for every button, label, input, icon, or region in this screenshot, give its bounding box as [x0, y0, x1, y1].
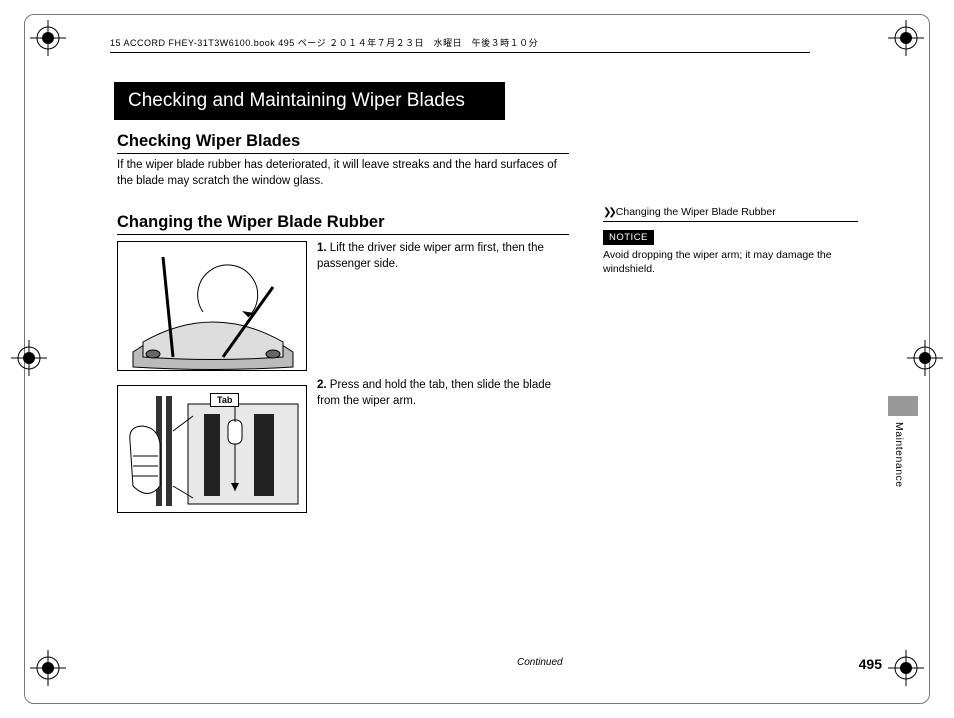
- subheading-changing: Changing the Wiper Blade Rubber: [117, 213, 569, 235]
- section-tab-marker: [888, 396, 918, 416]
- registration-mark-icon: [888, 650, 924, 686]
- section-tab-label: Maintenance: [893, 422, 905, 488]
- figure-step-2: Tab: [117, 385, 307, 513]
- step-2-number: 2.: [317, 379, 327, 391]
- chevron-right-icon: ❯❯: [603, 207, 614, 218]
- subheading-checking: Checking Wiper Blades: [117, 132, 569, 154]
- step-1-text: 1. Lift the driver side wiper arm first,…: [317, 241, 575, 371]
- registration-mark-icon: [11, 340, 47, 376]
- registration-mark-icon: [30, 650, 66, 686]
- page-number: 495: [859, 656, 882, 672]
- registration-mark-icon: [907, 340, 943, 376]
- registration-mark-icon: [30, 20, 66, 56]
- figure-tab-label: Tab: [210, 393, 239, 407]
- figure-step-1: [117, 241, 307, 371]
- step-2-text: 2. Press and hold the tab, then slide th…: [317, 378, 575, 513]
- continued-label: Continued: [517, 657, 563, 668]
- side-title: ❯❯ Changing the Wiper Blade Rubber: [603, 206, 858, 222]
- notice-badge: NOTICE: [603, 230, 654, 245]
- side-title-text: Changing the Wiper Blade Rubber: [616, 206, 776, 218]
- side-column: ❯❯ Changing the Wiper Blade Rubber NOTIC…: [603, 206, 858, 276]
- main-content: Checking and Maintaining Wiper Blades Ch…: [117, 82, 857, 513]
- step-2-body: Press and hold the tab, then slide the b…: [317, 379, 551, 407]
- registration-mark-icon: [888, 20, 924, 56]
- step-1-body: Lift the driver side wiper arm first, th…: [317, 242, 544, 270]
- step-1-number: 1.: [317, 242, 327, 254]
- side-text: Avoid dropping the wiper arm; it may dam…: [603, 248, 855, 276]
- paragraph-checking: If the wiper blade rubber has deteriorat…: [117, 158, 572, 189]
- section-title: Checking and Maintaining Wiper Blades: [114, 82, 505, 120]
- header-filename: 15 ACCORD FHEY-31T3W6100.book 495 ページ ２０…: [110, 36, 810, 53]
